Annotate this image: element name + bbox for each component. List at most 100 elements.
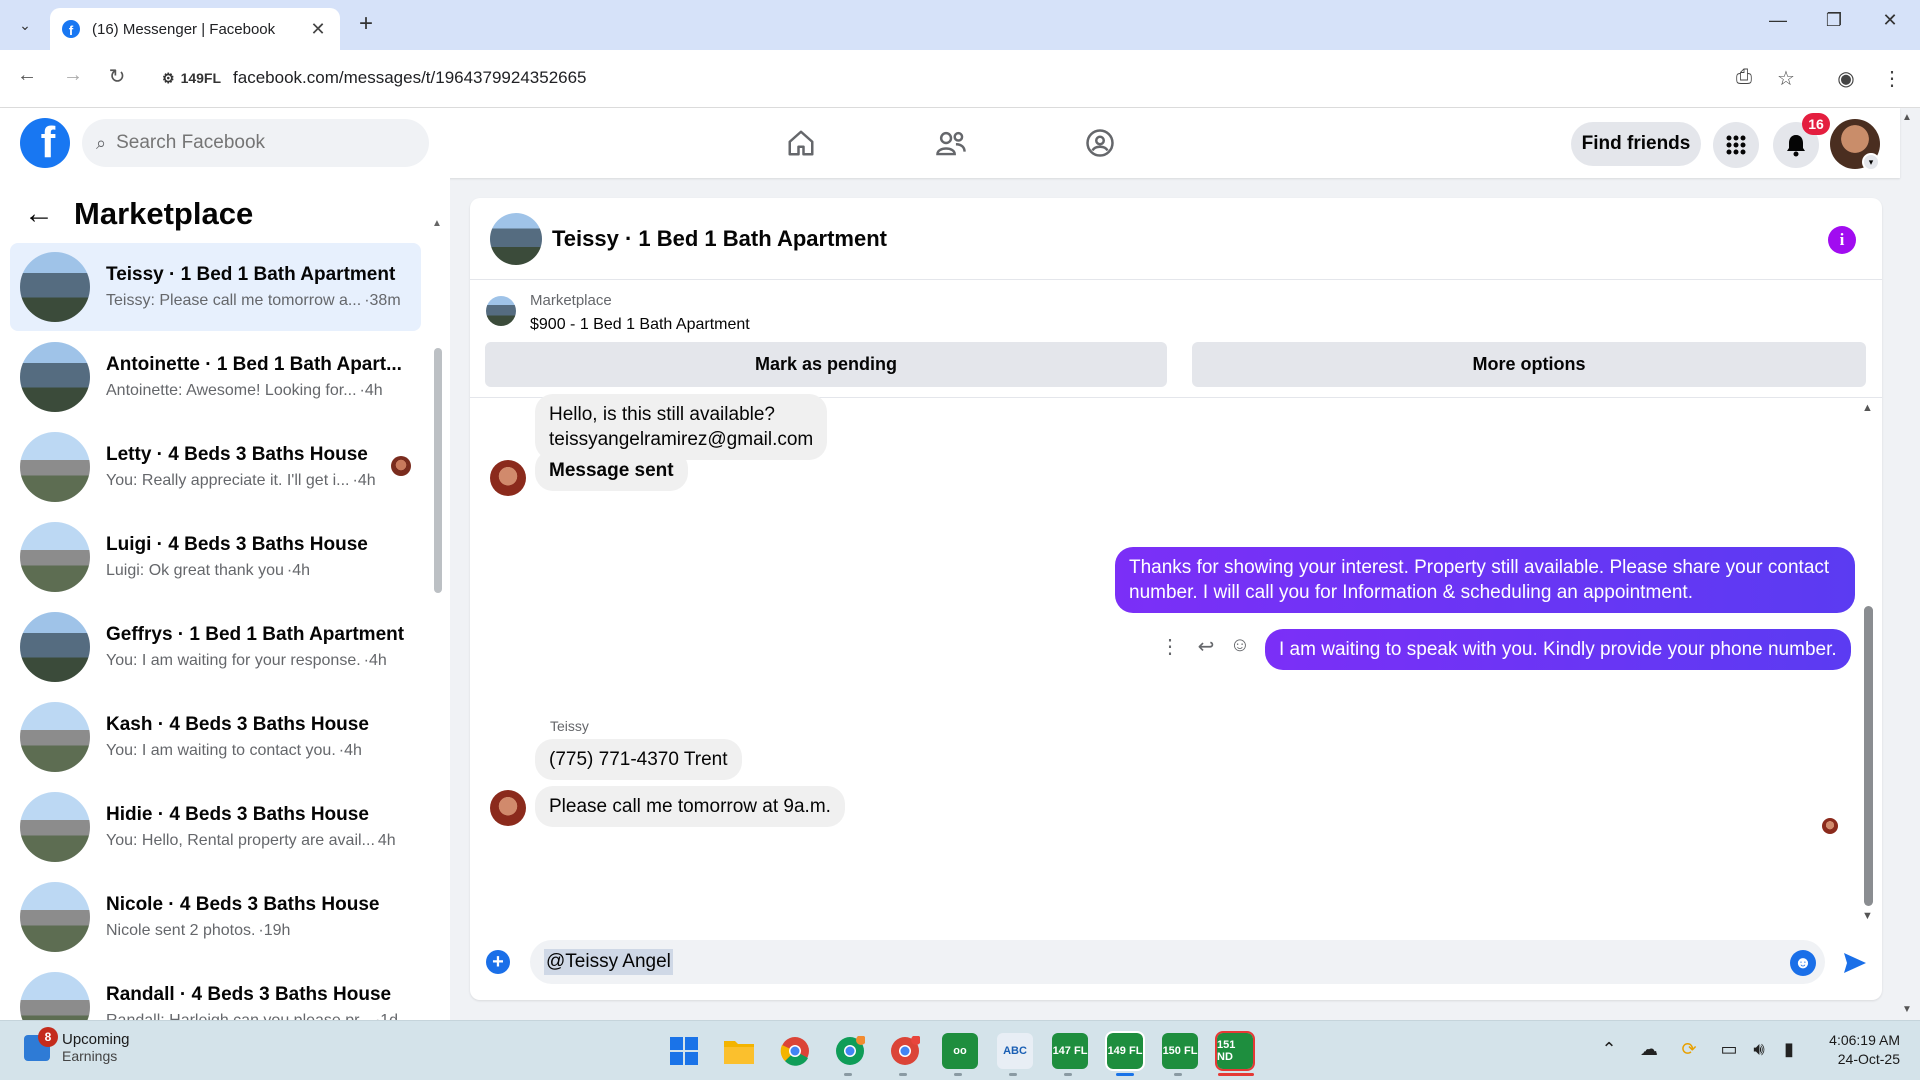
new-tab-button[interactable]: + <box>352 10 380 38</box>
facebook-logo[interactable]: f <box>20 118 70 168</box>
message-bubble-incoming[interactable]: Message sent <box>535 450 688 491</box>
start-button[interactable] <box>666 1033 702 1069</box>
chat-title[interactable]: Teissy · 1 Bed 1 Bath Apartment <box>552 226 887 252</box>
listing-thumbnail[interactable] <box>486 296 516 326</box>
message-input-text[interactable]: @Teissy Angel <box>544 949 673 975</box>
conversation-item[interactable]: Antoinette · 1 Bed 1 Bath Apart... Antoin… <box>10 333 421 421</box>
bookmark-star-icon[interactable]: ☆ <box>1772 66 1800 91</box>
conversation-text: Teissy · 1 Bed 1 Bath Apartment Teissy: P… <box>106 264 421 310</box>
app-151nd-icon[interactable]: 151 ND <box>1215 1031 1255 1071</box>
listing-thumbnail <box>20 342 90 412</box>
minimize-button[interactable]: — <box>1758 10 1798 31</box>
menu-grid-button[interactable] <box>1713 122 1759 168</box>
search-input[interactable] <box>116 132 397 154</box>
listing-price[interactable]: $900 - 1 Bed 1 Bath Apartment <box>530 316 750 334</box>
forward-icon[interactable]: → <box>58 64 88 87</box>
scrollbar-thumb[interactable] <box>1864 606 1873 906</box>
conversation-name: Geffrys · 1 Bed 1 Bath Apartment <box>106 624 405 645</box>
sync-icon[interactable]: ⟳ <box>1676 1039 1702 1060</box>
url-text[interactable]: facebook.com/messages/t/1964379924352665 <box>233 68 586 88</box>
sidebar-scrollbar[interactable]: ▲ ▼ <box>432 218 442 993</box>
scroll-down-icon[interactable]: ▼ <box>1862 910 1873 922</box>
sender-avatar[interactable] <box>490 790 526 826</box>
abc-app-icon[interactable]: ABC <box>997 1033 1033 1069</box>
facebook-search[interactable]: ⌕ <box>82 119 429 167</box>
conversation-item[interactable]: Letty · 4 Beds 3 Baths House You: Really … <box>10 423 421 511</box>
app-149fl-icon[interactable]: 149 FL <box>1105 1031 1145 1071</box>
tab-close-icon[interactable]: ✕ <box>308 19 328 40</box>
conversation-time: ·4h <box>352 472 376 489</box>
display-icon[interactable]: ▭ <box>1716 1039 1742 1060</box>
reply-icon[interactable]: ↩ <box>1194 634 1218 659</box>
volume-icon[interactable]: 🔊︎ <box>1746 1039 1772 1060</box>
conversation-preview: Teissy: Please call me tomorrow a... ·38m <box>106 292 421 310</box>
conversation-item[interactable]: Randall · 4 Beds 3 Baths House Randall: H… <box>10 963 421 1020</box>
tab-search-icon[interactable]: ⌄ <box>10 12 40 38</box>
cloud-off-icon[interactable]: ☁ <box>1636 1039 1662 1060</box>
scroll-up-icon[interactable]: ▲ <box>1862 402 1873 414</box>
conversation-item[interactable]: Teissy · 1 Bed 1 Bath Apartment Teissy: P… <box>10 243 421 331</box>
message-bubble-outgoing[interactable]: I am waiting to speak with you. Kindly p… <box>1265 629 1851 670</box>
profile-icon[interactable]: ◉ <box>1832 66 1860 91</box>
site-info-chip[interactable]: ⚙ 149FL <box>150 70 233 87</box>
app-150fl-icon[interactable]: 150 FL <box>1162 1033 1198 1069</box>
restore-button[interactable]: ❐ <box>1814 10 1854 31</box>
home-icon[interactable] <box>781 123 821 163</box>
conversation-preview: Nicole sent 2 photos. ·19h <box>106 922 421 940</box>
back-icon[interactable]: ← <box>12 64 42 87</box>
sender-avatar[interactable] <box>490 460 526 496</box>
message-bubble-outgoing[interactable]: Thanks for showing your interest. Proper… <box>1115 547 1855 613</box>
mark-as-pending-button[interactable]: Mark as pending <box>485 342 1167 387</box>
back-arrow-icon[interactable]: ← <box>24 197 54 231</box>
conversation-item[interactable]: Geffrys · 1 Bed 1 Bath Apartment You: I a… <box>10 603 421 691</box>
voicemail-app-icon[interactable]: oo <box>942 1033 978 1069</box>
weather-widget[interactable]: 8 Upcoming Earnings <box>24 1026 130 1064</box>
send-icon[interactable] <box>1840 948 1870 978</box>
system-clock[interactable]: 4:06:19 AM 24-Oct-25 <box>1810 1031 1900 1069</box>
conversation-item[interactable]: Kash · 4 Beds 3 Baths House You: I am wai… <box>10 693 421 781</box>
chat-scrollbar[interactable]: ▲ ▼ <box>1862 402 1874 922</box>
running-indicator <box>1064 1073 1072 1076</box>
chat-avatar[interactable] <box>490 212 542 265</box>
info-icon[interactable]: i <box>1828 226 1856 254</box>
more-actions-icon[interactable]: ⋮ <box>1158 634 1182 659</box>
chrome-profile-icon[interactable] <box>832 1033 868 1069</box>
conversation-preview: You: Hello, Rental property are avail...… <box>106 832 421 850</box>
listing-thumbnail <box>20 252 90 322</box>
chrome-profile-icon[interactable] <box>887 1033 923 1069</box>
conversation-item[interactable]: Hidie · 4 Beds 3 Baths House You: Hello, … <box>10 783 421 871</box>
conversation-text: Hidie · 4 Beds 3 Baths House You: Hello, … <box>106 804 421 850</box>
show-hidden-icons-chevron-icon[interactable]: ⌃ <box>1596 1039 1622 1060</box>
browser-tab[interactable]: f (16) Messenger | Facebook ✕ <box>50 8 340 50</box>
reload-icon[interactable]: ↻ <box>102 64 132 89</box>
react-emoji-icon[interactable]: ☺ <box>1228 634 1252 657</box>
install-app-icon[interactable]: ⎙ <box>1730 66 1758 89</box>
chevron-down-icon[interactable]: ▾ <box>1862 153 1880 171</box>
emoji-icon[interactable]: ☻ <box>1790 950 1816 976</box>
listing-thumbnail <box>20 702 90 772</box>
conversation-item[interactable]: Nicole · 4 Beds 3 Baths House Nicole sent… <box>10 873 421 961</box>
app-147fl-icon[interactable]: 147 FL <box>1052 1033 1088 1069</box>
address-bar[interactable]: ⚙ 149FL facebook.com/messages/t/19643799… <box>150 58 1800 98</box>
plus-icon[interactable]: + <box>486 950 510 974</box>
more-options-button[interactable]: More options <box>1192 342 1866 387</box>
page-scroll-down-icon[interactable]: ▼ <box>1902 1004 1912 1015</box>
conversation-item[interactable]: Luigi · 4 Beds 3 Baths House Luigi: Ok gr… <box>10 513 421 601</box>
message-input[interactable]: @Teissy Angel <box>530 940 1825 984</box>
battery-icon[interactable]: ▮ <box>1776 1039 1802 1060</box>
scroll-up-icon[interactable]: ▲ <box>432 218 442 229</box>
message-bubble-incoming[interactable]: (775) 771-4370 Trent <box>535 739 742 780</box>
find-friends-button[interactable]: Find friends <box>1571 122 1701 166</box>
browser-menu-icon[interactable]: ⋮ <box>1878 66 1906 91</box>
sidebar-header: ← Marketplace <box>24 196 253 232</box>
message-bubble-incoming[interactable]: Please call me tomorrow at 9a.m. <box>535 786 845 827</box>
close-window-button[interactable]: ✕ <box>1870 10 1910 31</box>
scrollbar-thumb[interactable] <box>434 348 442 593</box>
friends-icon[interactable] <box>931 123 971 163</box>
conversation-text: Kash · 4 Beds 3 Baths House You: I am wai… <box>106 714 421 760</box>
page-scroll-up-icon[interactable]: ▲ <box>1902 112 1912 123</box>
chrome-icon[interactable] <box>777 1033 813 1069</box>
listing-source: Marketplace <box>530 292 612 309</box>
groups-icon[interactable] <box>1080 123 1120 163</box>
file-explorer-icon[interactable] <box>721 1033 757 1069</box>
